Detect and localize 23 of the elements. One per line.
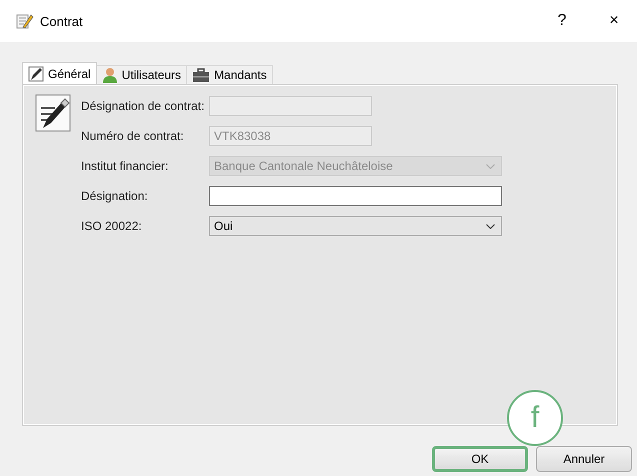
chevron-down-icon xyxy=(486,164,495,168)
field-label: Institut financier: xyxy=(81,159,170,173)
pen-icon xyxy=(28,66,44,82)
ok-button[interactable]: OK xyxy=(432,446,528,472)
help-button[interactable]: ? xyxy=(539,0,585,42)
tab[interactable]: Mandants xyxy=(186,65,273,84)
field-label: Désignation de contrat: xyxy=(81,99,206,113)
window-title: Contrat xyxy=(40,14,84,28)
cancel-button[interactable]: Annuler xyxy=(536,446,632,472)
field-label: ISO 20022: xyxy=(81,219,143,233)
dropdown[interactable]: Oui xyxy=(209,216,502,236)
callout-marker: f xyxy=(507,390,563,446)
text-field[interactable] xyxy=(209,186,502,206)
close-button[interactable]: × xyxy=(591,0,637,42)
chevron-down-icon xyxy=(486,224,495,228)
briefcase-icon xyxy=(192,68,210,82)
user-icon xyxy=(102,67,118,83)
pen-icon xyxy=(35,94,71,132)
pen-icon xyxy=(16,12,34,30)
tab[interactable]: Utilisateurs xyxy=(96,65,188,84)
field-label: Numéro de contrat: xyxy=(81,129,185,143)
tab[interactable]: Général xyxy=(22,62,97,84)
field-label: Désignation: xyxy=(81,189,149,203)
